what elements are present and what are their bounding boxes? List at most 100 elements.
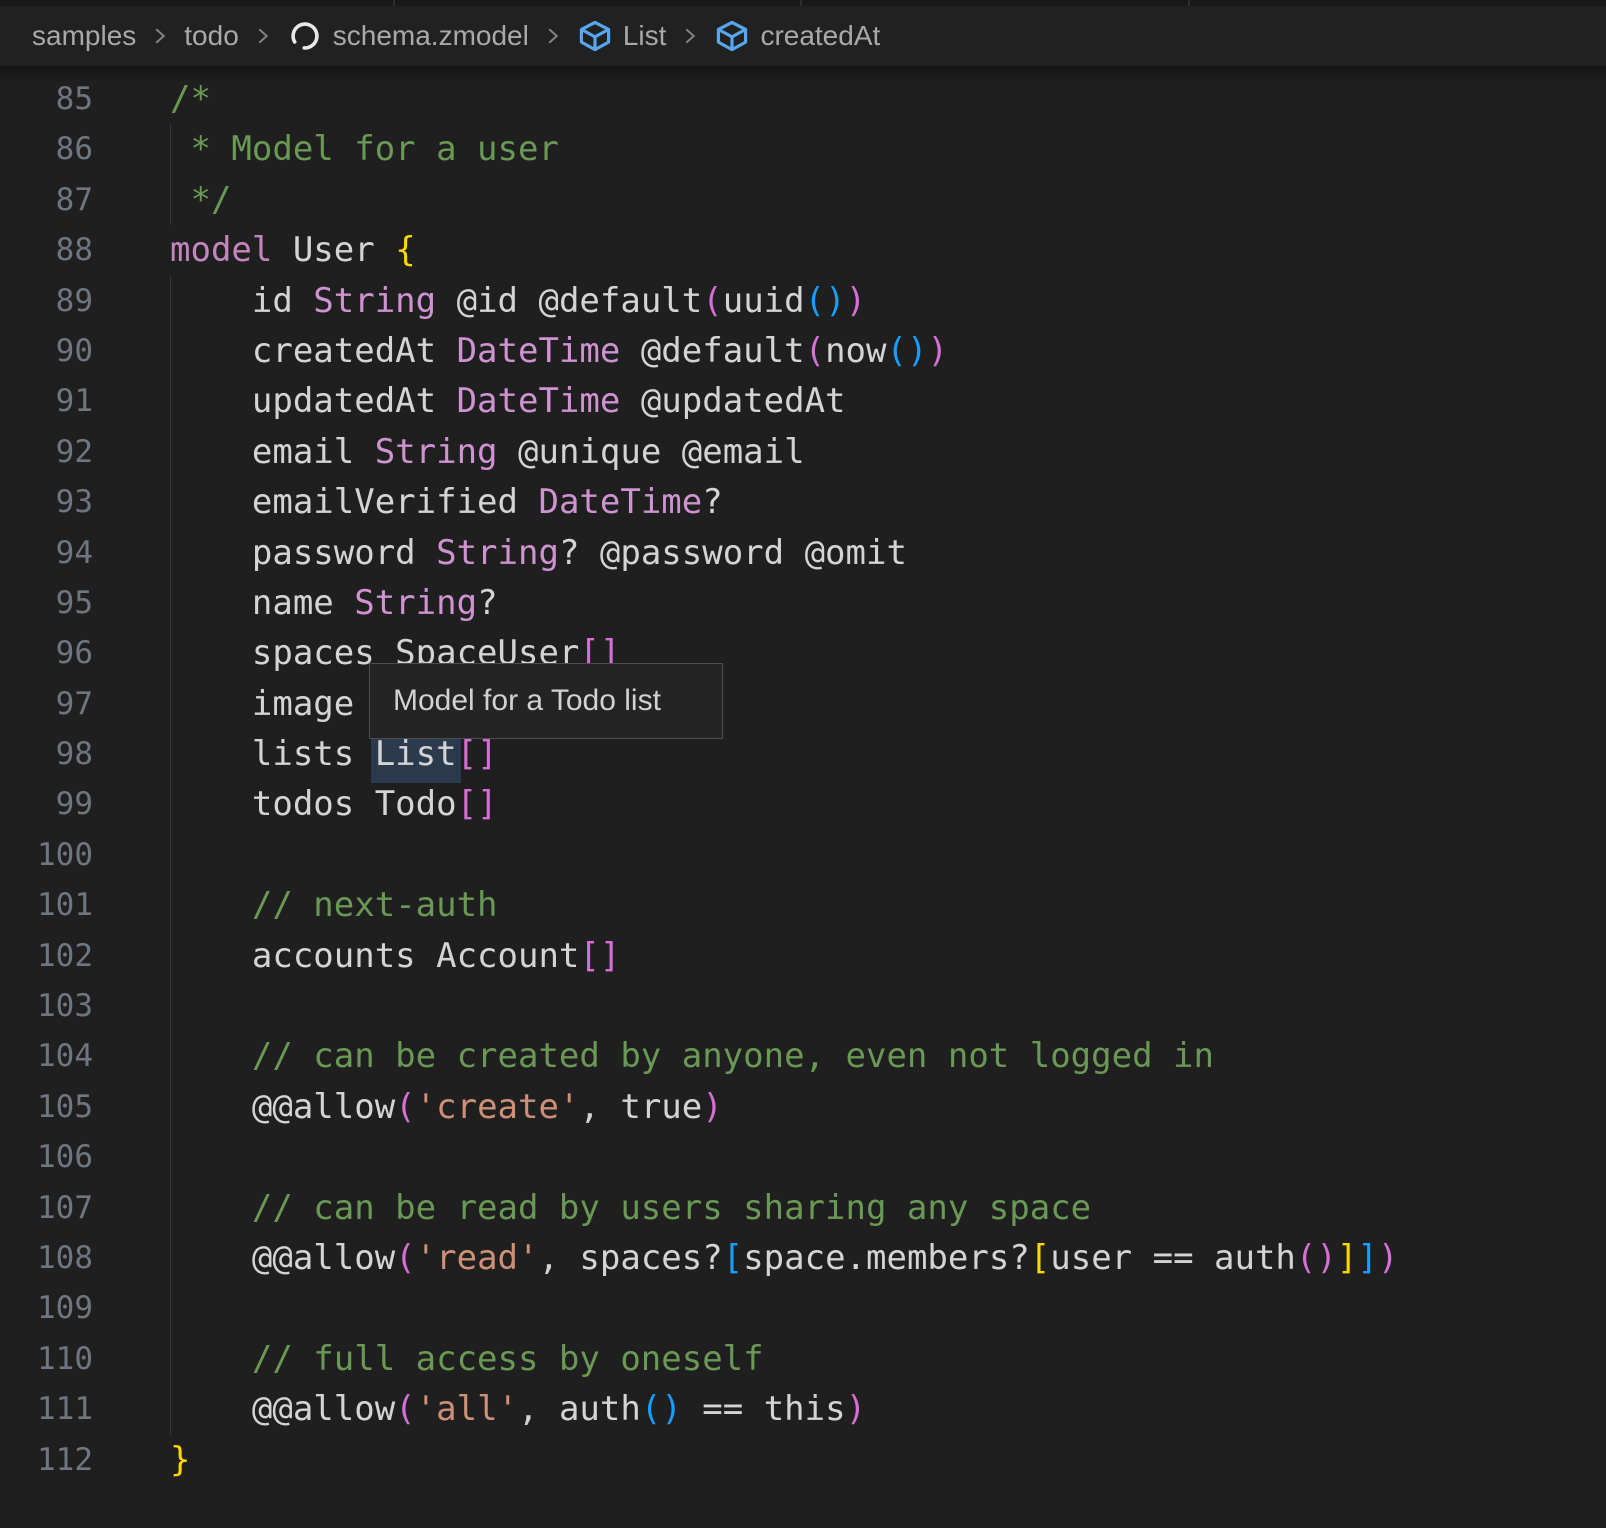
code-line-91[interactable]: 91 updatedAt DateTime @updatedAt [0,376,1606,426]
code-token: ( [641,1389,661,1429]
code-token: space.members? [743,1238,1030,1278]
code-line-content: model User { [170,225,416,275]
line-number[interactable]: 95 [0,578,93,628]
code-token: user == auth [1050,1238,1296,1278]
code-token: @@allow [170,1238,395,1278]
code-token: updatedAt [170,381,457,421]
code-line-100[interactable]: 100 [0,830,1606,880]
code-line-101[interactable]: 101 // next-auth [0,880,1606,930]
code-token: ) [846,1389,866,1429]
line-number[interactable]: 91 [0,376,93,426]
code-editor[interactable]: 85/*86 * Model for a user87 */88model Us… [0,66,1606,1485]
code-line-111[interactable]: 111 @@allow('all', auth() == this) [0,1384,1606,1434]
code-line-89[interactable]: 89 id String @id @default(uuid()) [0,276,1606,326]
code-line-97[interactable]: 97 image [0,679,1606,729]
code-line-110[interactable]: 110 // full access by oneself [0,1334,1606,1384]
code-token: ) [702,1087,722,1127]
breadcrumb: samples todo schema.zmodel List createdAt [0,6,1606,66]
code-line-105[interactable]: 105 @@allow('create', true) [0,1082,1606,1132]
line-number[interactable]: 108 [0,1233,93,1283]
code-line-93[interactable]: 93 emailVerified DateTime? [0,477,1606,527]
line-number[interactable]: 107 [0,1183,93,1233]
code-line-103[interactable]: 103 [0,981,1606,1031]
line-number[interactable]: 98 [0,729,93,779]
code-line-96[interactable]: 96 spaces SpaceUser[] [0,628,1606,678]
line-number[interactable]: 90 [0,326,93,376]
code-token: [] [579,936,620,976]
code-line-content: todos Todo[] [170,779,498,829]
line-number[interactable]: 94 [0,528,93,578]
code-line-87[interactable]: 87 */ [0,175,1606,225]
code-token: image [170,684,354,724]
code-line-102[interactable]: 102 accounts Account[] [0,931,1606,981]
tab-separator [1188,0,1190,6]
code-line-90[interactable]: 90 createdAt DateTime @default(now()) [0,326,1606,376]
line-number[interactable]: 99 [0,779,93,829]
code-token: @@allow [170,1087,395,1127]
line-number[interactable]: 100 [0,830,93,880]
code-line-106[interactable]: 106 [0,1132,1606,1182]
code-token: */ [170,180,231,220]
breadcrumb-item-createdat[interactable]: createdAt [760,20,880,52]
line-number[interactable]: 87 [0,175,93,225]
line-number[interactable]: 106 [0,1132,93,1182]
line-number[interactable]: 92 [0,427,93,477]
code-line-99[interactable]: 99 todos Todo[] [0,779,1606,829]
code-line-107[interactable]: 107 // can be read by users sharing any … [0,1183,1606,1233]
code-line-88[interactable]: 88 model User { [0,225,1606,275]
code-token: ? [477,583,497,623]
code-line-86[interactable]: 86 * Model for a user [0,124,1606,174]
code-token: DateTime [457,331,621,371]
code-token: ) [825,281,845,321]
code-line-content: */ [170,175,231,225]
code-line-content: } [170,1435,190,1485]
breadcrumb-item-schema-zmodel[interactable]: schema.zmodel [333,20,529,52]
code-line-85[interactable]: 85/* [0,74,1606,124]
code-line-content: name String? [170,578,498,628]
line-number[interactable]: 105 [0,1082,93,1132]
line-number[interactable]: 109 [0,1283,93,1333]
code-token: // can be created by anyone, even not lo… [170,1036,1214,1076]
line-number[interactable]: 96 [0,628,93,678]
code-line-92[interactable]: 92 email String @unique @email [0,427,1606,477]
code-token: [] [457,734,498,774]
code-line-98[interactable]: 98 lists List[] [0,729,1606,779]
code-token: [] [457,784,498,824]
code-token: model [170,230,272,270]
code-token: ? [702,482,722,522]
code-line-content: emailVerified DateTime? [170,477,723,527]
code-token: String [354,583,477,623]
breadcrumb-item-todo[interactable]: todo [184,20,239,52]
code-line-content: @@allow('read', spaces?[space.members?[u… [170,1233,1398,1283]
line-number[interactable]: 85 [0,74,93,124]
code-line-94[interactable]: 94 password String? @password @omit [0,528,1606,578]
line-number[interactable]: 102 [0,931,93,981]
line-number[interactable]: 104 [0,1031,93,1081]
code-token: , spaces? [538,1238,722,1278]
code-token: ) [1378,1238,1398,1278]
code-line-112[interactable]: 112} [0,1435,1606,1485]
breadcrumb-item-list[interactable]: List [623,20,667,52]
code-line-content: // can be created by anyone, even not lo… [170,1031,1214,1081]
code-token: ( [1296,1238,1316,1278]
code-line-104[interactable]: 104 // can be created by anyone, even no… [0,1031,1606,1081]
code-line-content: @@allow('all', auth() == this) [170,1384,866,1434]
line-number[interactable]: 97 [0,679,93,729]
line-number[interactable]: 93 [0,477,93,527]
breadcrumb-item-samples[interactable]: samples [32,20,136,52]
line-number[interactable]: 88 [0,225,93,275]
code-line-content: password String? @password @omit [170,528,907,578]
line-number[interactable]: 112 [0,1435,93,1485]
code-token: id [170,281,313,321]
line-number[interactable]: 101 [0,880,93,930]
loading-spinner-icon [288,19,322,53]
code-line-108[interactable]: 108 @@allow('read', spaces?[space.member… [0,1233,1606,1283]
code-line-109[interactable]: 109 [0,1283,1606,1333]
line-number[interactable]: 110 [0,1334,93,1384]
line-number[interactable]: 89 [0,276,93,326]
line-number[interactable]: 103 [0,981,93,1031]
line-number[interactable]: 111 [0,1384,93,1434]
code-line-95[interactable]: 95 name String? [0,578,1606,628]
code-token: [ [723,1238,743,1278]
line-number[interactable]: 86 [0,124,93,174]
